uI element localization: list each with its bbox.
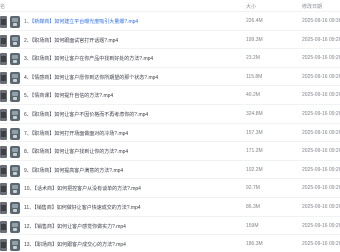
file-name-link[interactable]: 12、【销售商】如何让客户感觉你做实力?.mp4 xyxy=(24,223,126,230)
file-name-link[interactable]: 10、【话术商】如何把控客户从没有谈单的方法?.mp4 xyxy=(24,185,141,192)
file-size: 199.3M xyxy=(246,36,263,43)
file-date: 2025-09-16 09:20 xyxy=(302,73,340,80)
thumbnail-icon xyxy=(0,71,7,84)
file-date: 2025-09-16 09:20 xyxy=(302,55,340,62)
video-file-icon xyxy=(10,202,20,214)
file-date: 2025-09-16 09:20 xyxy=(302,241,340,248)
thumbnail-icon xyxy=(0,109,7,121)
thumbnail-icon xyxy=(0,239,7,252)
video-file-icon xyxy=(10,90,20,103)
file-size: 86.3M xyxy=(246,204,260,210)
file-size: 102.2M xyxy=(246,166,263,173)
file-name-link[interactable]: 4、【情感商】如何让客户愿你到达你所期望的那个状态?.mp4 xyxy=(24,74,158,81)
file-row[interactable]: 3、【职场商】如何让客户在你产品中找到好处的方法?.mp4 23.2M 2025-0… xyxy=(0,48,340,68)
file-name-link[interactable]: 13、【职场商】如何跟客户成交心的方法?.mp4 xyxy=(24,241,126,248)
thumbnail-icon xyxy=(0,164,7,177)
file-size: 186.3M xyxy=(246,241,263,248)
video-file-icon xyxy=(10,53,20,66)
thumbnail-icon xyxy=(0,220,7,233)
thumbnail-icon xyxy=(0,202,7,214)
file-date: 2025-09-16 09:20 xyxy=(302,36,340,43)
file-row[interactable]: 12、【销售商】如何让客户感觉你做实力?.mp4 159M 2025-09-16 0… xyxy=(0,215,340,236)
file-size: 226.4M xyxy=(246,18,263,24)
file-size: 23.2M xyxy=(246,55,260,62)
file-row[interactable]: 7、【职场商】如何打开场面做面对的冷场?.mp4 157.3M 2025-09-16… xyxy=(0,122,340,143)
file-date: 2025-09-16 09:20 xyxy=(302,222,340,229)
file-row[interactable]: 9、【职场商】如何提高客户满意的方法?.mp4 102.2M 2025-09-16 … xyxy=(0,159,340,180)
file-name-link[interactable]: 6、【职场商】如何让客户不因价格而不再考虑你的?.mp4 xyxy=(24,111,148,118)
thumbnail-icon xyxy=(0,127,7,140)
file-size: 324.8M xyxy=(246,111,263,117)
file-date: 2025-09-16 09:20 xyxy=(302,148,340,155)
video-file-icon xyxy=(10,109,20,121)
video-file-icon xyxy=(10,127,20,140)
file-date: 2025-09-16 09:20 xyxy=(302,92,340,99)
file-name-link[interactable]: 5、【情商课】如何提升自信的方法?.mp4 xyxy=(24,92,113,99)
file-name-link[interactable]: 11、【销售商】如何做好让客户快速成交的方法?.mp4 xyxy=(24,204,141,211)
file-row[interactable]: 11、【销售商】如何做好让客户快速成交的方法?.mp4 86.3M 2025-09-… xyxy=(0,197,340,217)
file-date: 2025-09-16 09:20 xyxy=(302,185,340,192)
file-row[interactable]: 2、【职场商】如何跟面试官打开话题?.mp4 199.3M 2025-09-16 0… xyxy=(0,29,340,50)
file-name-link[interactable]: 9、【职场商】如何提高客户满意的方法?.mp4 xyxy=(24,167,123,174)
file-size: 171.2M xyxy=(246,148,263,155)
video-file-icon xyxy=(10,71,20,84)
file-name-link[interactable]: 8、【职场商】如何让客户找到让你的方法?.mp4 xyxy=(24,148,128,155)
file-date: 2025-09-16 09:20 xyxy=(302,204,340,210)
file-row[interactable]: 4、【情感商】如何让客户愿你到达你所期望的那个状态?.mp4 115.8M 2025… xyxy=(0,66,340,87)
thumbnail-icon xyxy=(0,16,7,28)
column-header-size[interactable]: 大小 xyxy=(246,3,256,10)
file-size: 159M xyxy=(246,222,259,229)
video-file-icon xyxy=(10,34,20,47)
file-row[interactable]: 5、【情商课】如何提升自信的方法?.mp4 40.2M 2025-09-16 09:… xyxy=(0,85,340,105)
file-list: 名 大小 修改日期 1、【新媒商】如何建立平台曝光度吸引大量爆?.mp4 226.… xyxy=(0,0,340,252)
file-size: 92.7M xyxy=(246,185,260,192)
file-row[interactable]: 13、【职场商】如何跟客户成交心的方法?.mp4 186.3M 2025-09-16… xyxy=(0,234,340,252)
file-name-link[interactable]: 3、【职场商】如何让客户在你产品中找到好处的方法?.mp4 xyxy=(24,55,153,62)
video-file-icon xyxy=(10,16,20,28)
file-row[interactable]: 10、【话术商】如何把控客户从没有谈单的方法?.mp4 92.7M 2025-09-… xyxy=(0,178,340,198)
file-date: 2025-09-16 09:20 xyxy=(302,129,340,136)
video-file-icon xyxy=(10,146,20,159)
file-date: 2025-09-16 09:20 xyxy=(302,166,340,173)
file-name-link[interactable]: 7、【职场商】如何打开场面做面对的冷场?.mp4 xyxy=(24,130,128,137)
video-file-icon xyxy=(10,164,20,177)
column-header-name[interactable]: 名 xyxy=(0,3,5,10)
file-size: 115.8M xyxy=(246,73,263,80)
file-size: 40.2M xyxy=(246,92,260,99)
file-row[interactable]: 6、【职场商】如何让客户不因价格而不再考虑你的?.mp4 324.8M 2025-0… xyxy=(0,104,340,124)
column-header-date[interactable]: 修改日期 xyxy=(302,3,322,10)
video-file-icon xyxy=(10,220,20,233)
thumbnail-icon xyxy=(0,53,7,66)
video-file-icon xyxy=(10,183,20,196)
file-name-link[interactable]: 2、【职场商】如何跟面试官打开话题?.mp4 xyxy=(24,37,118,44)
file-date: 2025-09-16 09:20 xyxy=(302,111,340,117)
file-date: 2025-09-16 09:30 xyxy=(302,18,340,24)
file-name-link[interactable]: 1、【新媒商】如何建立平台曝光度吸引大量爆?.mp4 xyxy=(24,18,138,25)
file-row[interactable]: 8、【职场商】如何让客户找到让你的方法?.mp4 171.2M 2025-09-16… xyxy=(0,141,340,161)
video-file-icon xyxy=(10,239,20,252)
thumbnail-icon xyxy=(0,183,7,196)
thumbnail-icon xyxy=(0,146,7,159)
thumbnail-icon xyxy=(0,90,7,103)
file-size: 157.3M xyxy=(246,129,263,136)
thumbnail-icon xyxy=(0,34,7,47)
file-row[interactable]: 1、【新媒商】如何建立平台曝光度吸引大量爆?.mp4 226.4M 2025-09-… xyxy=(0,11,340,31)
